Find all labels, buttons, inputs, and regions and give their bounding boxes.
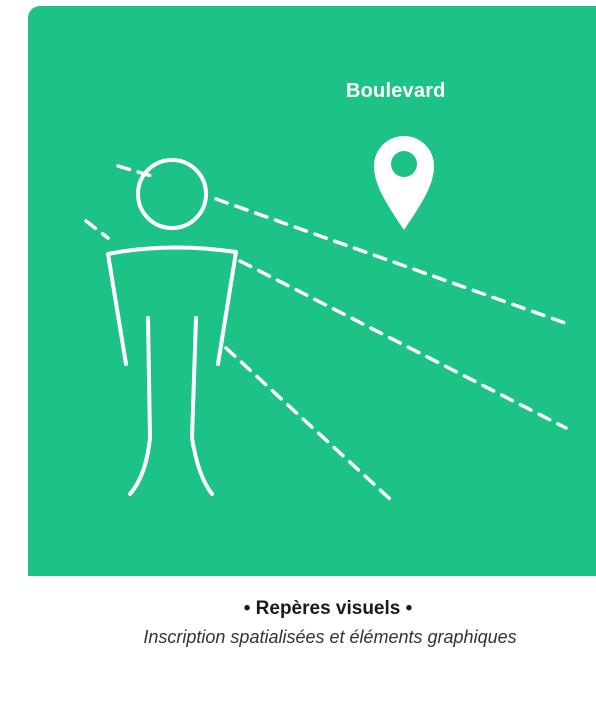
sight-line-left [84, 219, 110, 240]
caption-subtitle: Inscription spatialisées et éléments gra… [143, 627, 517, 647]
map-pin-icon [374, 136, 434, 230]
sight-lines [84, 164, 570, 501]
caption-title: • Repères visuels • [243, 598, 413, 619]
sight-line-lower [224, 346, 392, 501]
person-right-leg [190, 316, 214, 496]
person-head [136, 158, 208, 230]
person-icon [106, 158, 238, 496]
illustration-graphic [84, 136, 570, 501]
sight-line-middle [238, 259, 568, 430]
illustration-card: Boulevard • Repères visuels • Inscriptio… [0, 0, 596, 703]
person-torso [106, 245, 238, 366]
sight-line-upper [214, 197, 570, 326]
person-left-leg [128, 316, 152, 496]
illustration-panel: Boulevard [28, 6, 596, 576]
place-label: Boulevard [346, 80, 446, 102]
caption: • Repères visuels • Inscription spatiali… [0, 596, 596, 651]
